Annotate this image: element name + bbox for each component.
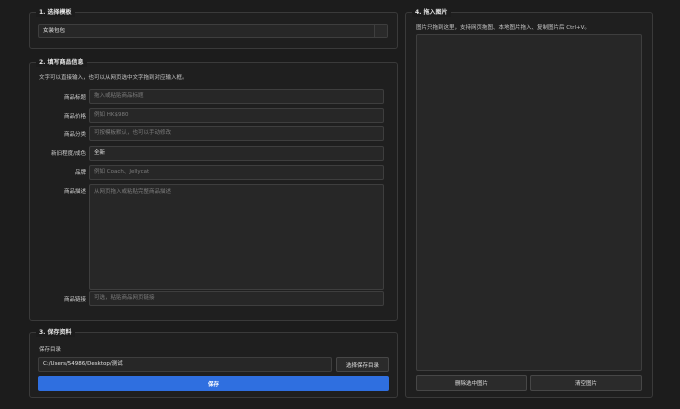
image-group: 4. 拖入图片 图片只拖到这里，支持网页拖图、本地图片拖入、复制图片后 Ctrl… <box>405 8 653 398</box>
image-drop-area[interactable] <box>416 34 642 371</box>
chevron-down-icon <box>374 25 387 37</box>
field-label-price: 商品价格 <box>63 114 86 120</box>
price-input[interactable]: 例如 HK$980 <box>89 108 384 123</box>
save-dir-input[interactable]: C:/Users/54986/Desktop/测试 <box>38 357 332 372</box>
template-group-title: 1. 选择模板 <box>36 8 75 17</box>
info-group: 2. 填写商品信息 文字可以直接输入，也可以从网页选中文字拖到对应输入框。 商品… <box>29 58 398 321</box>
link-input-placeholder: 可选，粘贴商品网页链接 <box>94 295 155 301</box>
image-hint: 图片只拖到这里，支持网页拖图、本地图片拖入、复制图片后 Ctrl+V。 <box>416 25 590 31</box>
link-input[interactable]: 可选，粘贴商品网页链接 <box>89 291 384 306</box>
category-input-placeholder: 可按模板默认，也可以手动修改 <box>94 130 172 136</box>
info-group-title: 2. 填写商品信息 <box>36 58 87 67</box>
save-dir-value: C:/Users/54986/Desktop/测试 <box>43 361 123 367</box>
save-group-title: 3. 保存资料 <box>36 328 75 337</box>
field-label-category: 商品分类 <box>63 132 86 138</box>
save-dir-label: 保存目录 <box>39 347 62 353</box>
description-placeholder: 从网页拖入或粘贴完整商品描述 <box>94 189 172 195</box>
brand-input[interactable]: 例如 Coach、Jellycat <box>89 165 384 180</box>
condition-input-value: 全新 <box>94 150 106 156</box>
field-label-title: 商品标题 <box>63 95 86 101</box>
template-select-value: 女装包包 <box>43 28 66 34</box>
category-input[interactable]: 可按模板默认，也可以手动修改 <box>89 126 384 141</box>
image-group-title: 4. 拖入图片 <box>412 8 451 17</box>
field-label-brand: 品牌 <box>74 170 86 176</box>
field-label-condition: 新旧程度/成色 <box>51 151 86 157</box>
condition-input[interactable]: 全新 <box>89 146 384 161</box>
title-input-placeholder: 拖入或粘贴商品标题 <box>94 93 144 99</box>
title-input[interactable]: 拖入或粘贴商品标题 <box>89 89 384 104</box>
clear-images-button[interactable]: 清空图片 <box>530 375 642 391</box>
save-button[interactable]: 保存 <box>38 376 389 391</box>
price-input-placeholder: 例如 HK$980 <box>94 112 129 118</box>
info-hint: 文字可以直接输入，也可以从网页选中文字拖到对应输入框。 <box>39 75 188 81</box>
template-group: 1. 选择模板 女装包包 <box>29 8 398 49</box>
field-label-link: 商品链接 <box>63 297 86 303</box>
delete-selected-image-button[interactable]: 删除选中图片 <box>416 375 527 391</box>
field-label-description: 商品描述 <box>63 189 86 195</box>
template-select[interactable]: 女装包包 <box>38 24 388 38</box>
choose-dir-button[interactable]: 选择保存目录 <box>336 357 389 372</box>
description-textarea[interactable]: 从网页拖入或粘贴完整商品描述 <box>89 184 384 290</box>
brand-input-placeholder: 例如 Coach、Jellycat <box>94 169 150 175</box>
save-group: 3. 保存资料 保存目录 C:/Users/54986/Desktop/测试 选… <box>29 328 398 398</box>
